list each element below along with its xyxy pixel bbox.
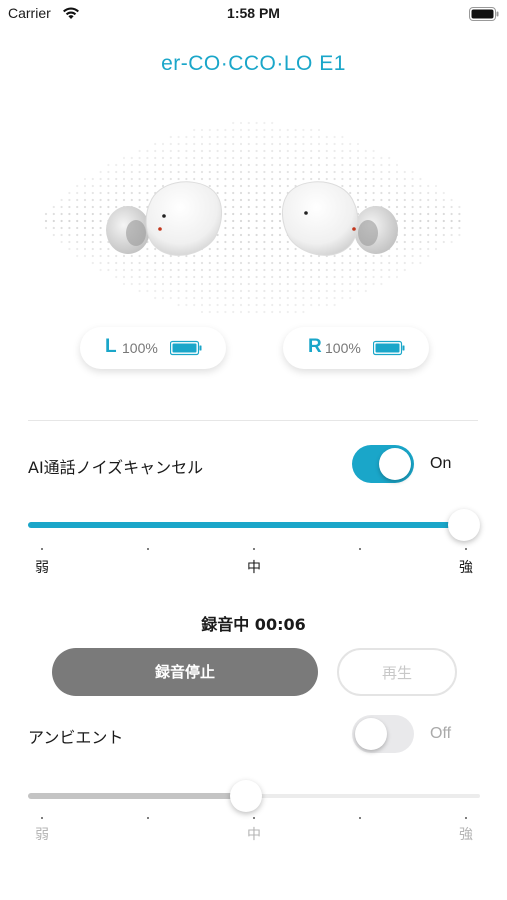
slider-tick — [147, 817, 149, 819]
status-bar: Carrier 1:58 PM — [0, 0, 507, 30]
noise-cancel-max-label: 強 — [459, 560, 473, 576]
slider-fill — [28, 793, 246, 799]
sound-dots-pattern — [44, 121, 461, 314]
left-battery-icon — [170, 340, 202, 356]
stop-recording-button[interactable]: 録音停止 — [52, 648, 318, 696]
toggle-knob — [379, 448, 411, 480]
right-battery-percent: 100% — [325, 340, 361, 356]
slider-tick — [253, 548, 255, 550]
noise-cancel-mid-label: 中 — [247, 560, 261, 576]
recording-status: 録音中 00:06 — [201, 615, 306, 634]
ambient-state: Off — [430, 725, 452, 742]
slider-tick — [41, 817, 43, 819]
right-battery-pill: R 100% — [283, 327, 429, 369]
slider-thumb[interactable] — [448, 509, 480, 541]
ambient-slider[interactable] — [28, 780, 480, 814]
noise-cancel-min-label: 弱 — [35, 560, 49, 576]
slider-tick — [465, 817, 467, 819]
noise-cancel-state: On — [430, 455, 452, 472]
device-title: er-CO·CCO·LO E1 — [161, 52, 346, 75]
ambient-min-label: 弱 — [35, 827, 49, 843]
left-battery-percent: 100% — [122, 340, 158, 356]
battery-icon — [469, 7, 499, 21]
noise-cancel-toggle[interactable] — [352, 445, 414, 483]
slider-thumb[interactable] — [230, 780, 262, 812]
ambient-mid-label: 中 — [247, 827, 261, 843]
play-button[interactable]: 再生 — [337, 648, 457, 696]
left-side-label: L — [105, 336, 117, 357]
right-side-label: R — [308, 336, 322, 357]
ambient-toggle[interactable] — [352, 715, 414, 753]
ambient-max-label: 強 — [459, 827, 473, 843]
slider-tick — [465, 548, 467, 550]
toggle-knob — [355, 718, 387, 750]
slider-tick — [253, 817, 255, 819]
noise-cancel-label: AI通話ノイズキャンセル — [28, 458, 204, 477]
earbuds-illustration — [44, 121, 461, 314]
clock: 1:58 PM — [227, 5, 280, 21]
slider-tick — [359, 817, 361, 819]
left-battery-pill: L 100% — [80, 327, 226, 369]
slider-tick — [41, 548, 43, 550]
slider-tick — [147, 548, 149, 550]
slider-tick — [359, 548, 361, 550]
slider-fill — [28, 522, 464, 528]
section-divider — [28, 420, 478, 421]
ambient-label: アンビエント — [28, 728, 124, 747]
right-battery-icon — [373, 340, 405, 356]
noise-cancel-slider[interactable] — [28, 509, 480, 543]
